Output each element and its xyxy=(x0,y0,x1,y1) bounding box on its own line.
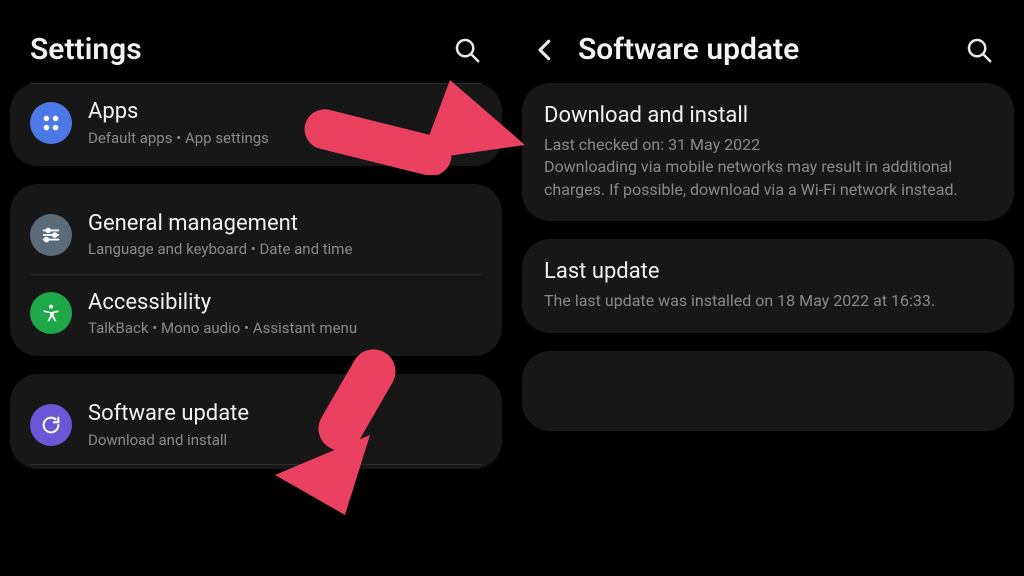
placeholder-card xyxy=(522,351,1014,431)
card-description: Downloading via mobile networks may resu… xyxy=(544,156,992,201)
settings-group: Software update Download and install xyxy=(10,374,502,469)
menu-item-title: General management xyxy=(88,210,352,238)
menu-item-subtitle: TalkBack • Mono audio • Assistant menu xyxy=(88,318,357,338)
search-icon xyxy=(964,35,994,65)
search-button[interactable] xyxy=(964,35,994,65)
menu-item-subtitle: Default apps • App settings xyxy=(88,128,269,148)
software-update-header: Software update xyxy=(522,8,1014,83)
back-button[interactable] xyxy=(530,35,560,65)
card-subtitle: Last checked on: 31 May 2022 xyxy=(544,134,992,156)
card-subtitle: The last update was installed on 18 May … xyxy=(544,290,992,312)
apps-icon xyxy=(30,102,72,144)
menu-item-accessibility[interactable]: Accessibility TalkBack • Mono audio • As… xyxy=(30,274,482,353)
chevron-left-icon xyxy=(530,35,560,65)
accessibility-icon xyxy=(30,292,72,334)
search-button[interactable] xyxy=(452,35,482,65)
page-title: Settings xyxy=(30,32,452,67)
settings-group: General management Language and keyboard… xyxy=(10,184,502,357)
menu-item-subtitle: Language and keyboard • Date and time xyxy=(88,239,352,259)
menu-item-apps[interactable]: Apps Default apps • App settings xyxy=(30,84,482,162)
menu-item-title: Accessibility xyxy=(88,289,357,317)
card-title: Download and install xyxy=(544,103,992,128)
menu-item-subtitle: Download and install xyxy=(88,430,249,450)
menu-item-title: Software update xyxy=(88,400,249,428)
menu-item-software-update[interactable]: Software update Download and install xyxy=(30,386,482,464)
settings-group: Apps Default apps • App settings xyxy=(10,83,502,166)
download-install-card[interactable]: Download and install Last checked on: 31… xyxy=(522,83,1014,221)
card-title: Last update xyxy=(544,259,992,284)
menu-item-general-management[interactable]: General management Language and keyboard… xyxy=(30,196,482,274)
settings-header: Settings xyxy=(10,8,502,83)
sliders-icon xyxy=(30,214,72,256)
refresh-icon xyxy=(30,404,72,446)
page-title: Software update xyxy=(578,32,964,67)
last-update-card[interactable]: Last update The last update was installe… xyxy=(522,239,1014,332)
search-icon xyxy=(452,35,482,65)
menu-item-title: Apps xyxy=(88,98,269,126)
